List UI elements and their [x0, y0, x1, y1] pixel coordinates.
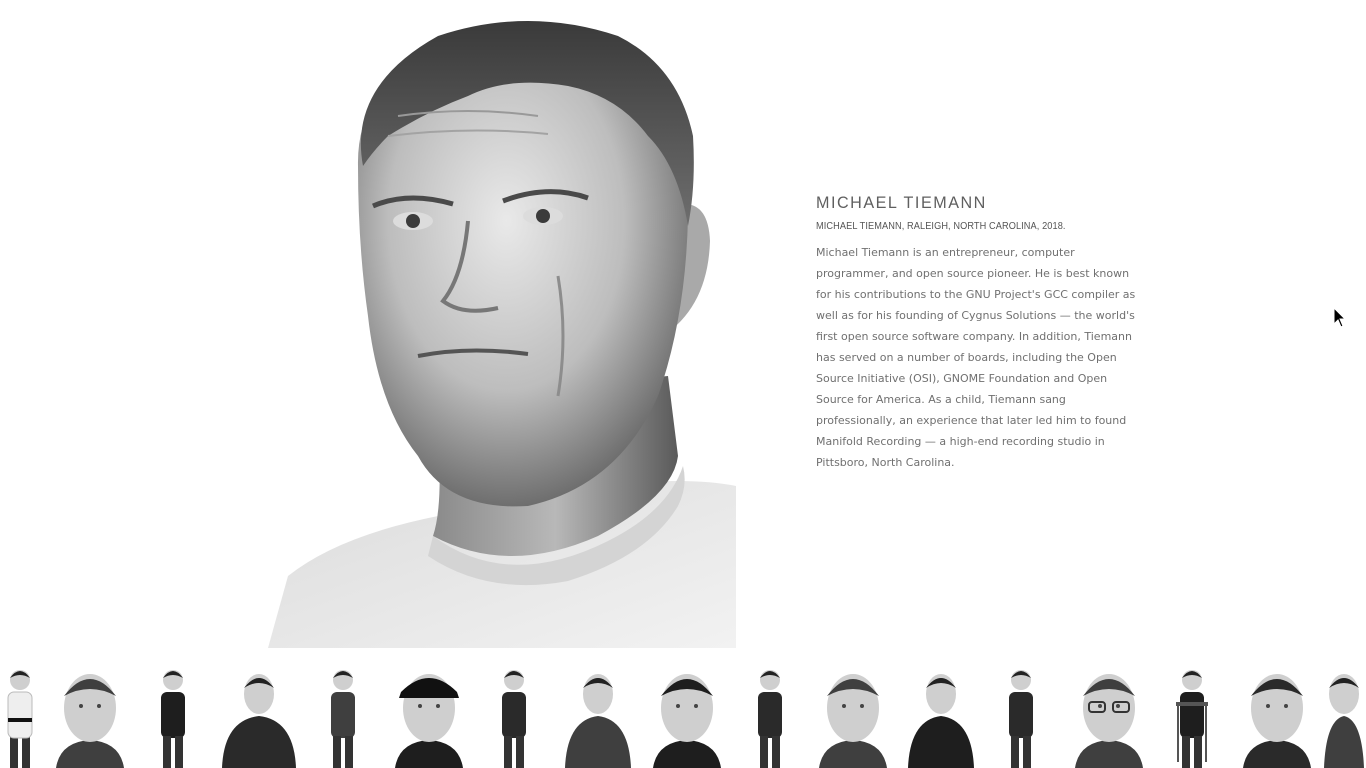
portrait-thumbnail[interactable] [0, 662, 40, 768]
person-name: MICHAEL TIEMANN [816, 193, 987, 212]
portrait-thumbnail[interactable] [1070, 662, 1148, 768]
person-portrait-icon [565, 674, 631, 768]
main-portrait-image [268, 16, 736, 648]
portrait-thumbnail[interactable] [1322, 662, 1366, 768]
portrait-thumbnail[interactable] [1238, 662, 1316, 768]
portrait-thumbnail[interactable] [52, 662, 128, 768]
person-standing-icon [908, 674, 974, 768]
person-karate-icon [7, 670, 33, 768]
portrait-thumbnail[interactable] [150, 662, 196, 768]
bio-description: Michael Tiemann is an entrepreneur, comp… [816, 246, 1136, 469]
photo-caption: MICHAEL TIEMANN, RALEIGH, NORTH CAROLINA… [816, 221, 1066, 232]
portrait-thumbnail-strip [0, 662, 1366, 768]
person-standing-icon [502, 670, 526, 768]
portrait-thumbnail[interactable] [390, 662, 468, 768]
person-portrait-icon [1324, 674, 1364, 768]
portrait-page: MICHAEL TIEMANN MICHAEL TIEMANN, RALEIGH… [0, 0, 1366, 768]
mouse-cursor-icon [1333, 306, 1347, 329]
portrait-thumbnail[interactable] [906, 662, 976, 768]
bio-panel: MICHAEL TIEMANN MICHAEL TIEMANN, RALEIGH… [816, 192, 1138, 473]
portrait-thumbnail[interactable] [1160, 662, 1224, 768]
person-portrait-icon [653, 674, 721, 768]
person-standing-icon [331, 670, 355, 768]
portrait-thumbnail[interactable] [220, 662, 298, 768]
person-cap-icon [395, 674, 463, 768]
portrait-thumbnail[interactable] [814, 662, 892, 768]
person-standing-icon [1009, 670, 1033, 768]
person-glasses-icon [1075, 674, 1143, 768]
portrait-thumbnail[interactable] [990, 662, 1052, 768]
portrait-thumbnail[interactable] [563, 662, 633, 768]
person-chair-icon [1176, 670, 1208, 768]
portrait-thumbnail[interactable] [736, 662, 804, 768]
person-seated-icon [222, 674, 296, 768]
portrait-thumbnail[interactable] [652, 662, 722, 768]
person-standing-icon [161, 670, 185, 768]
person-portrait-icon [56, 674, 124, 768]
person-portrait-icon [819, 674, 887, 768]
person-portrait-icon [1243, 674, 1311, 768]
person-standing-icon [758, 670, 782, 768]
portrait-thumbnail[interactable] [310, 662, 376, 768]
portrait-thumbnail[interactable] [486, 662, 542, 768]
